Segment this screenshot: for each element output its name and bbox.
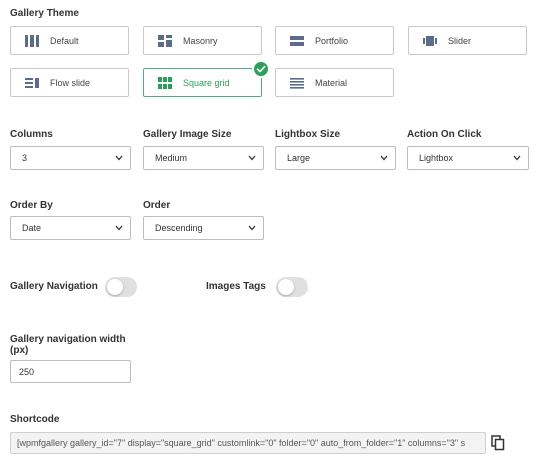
flow-slide-icon: [25, 77, 39, 89]
theme-default-label: Default: [50, 35, 79, 46]
nav-width-value: 250: [19, 366, 35, 377]
images-tags-toggle[interactable]: [276, 277, 308, 297]
chevron-down-icon: [115, 155, 123, 161]
action-on-click-label: Action On Click: [407, 129, 482, 140]
chevron-down-icon: [380, 155, 388, 161]
theme-default-button[interactable]: Default: [10, 26, 129, 55]
default-columns-icon: [25, 34, 39, 47]
theme-portfolio-label: Portfolio: [315, 35, 349, 46]
order-select[interactable]: Descending: [143, 216, 264, 240]
gallery-navigation-label: Gallery Navigation: [10, 281, 98, 292]
lightbox-size-value: Large: [287, 153, 311, 163]
theme-flow-slide-button[interactable]: Flow slide: [10, 68, 129, 97]
theme-masonry-label: Masonry: [183, 35, 218, 46]
lightbox-size-select[interactable]: Large: [275, 146, 396, 170]
order-value: Descending: [155, 223, 203, 233]
chevron-down-icon: [248, 225, 256, 231]
columns-value: 3: [22, 153, 28, 163]
copy-icon[interactable]: [491, 435, 505, 451]
order-by-label: Order By: [10, 200, 53, 211]
theme-material-button[interactable]: Material: [275, 68, 394, 97]
action-on-click-select[interactable]: Lightbox: [407, 146, 529, 170]
toggle-knob: [278, 279, 294, 295]
theme-masonry-button[interactable]: Masonry: [143, 26, 262, 55]
order-label: Order: [143, 200, 171, 211]
theme-material-label: Material: [315, 77, 348, 88]
masonry-icon: [158, 34, 172, 47]
action-on-click-value: Lightbox: [419, 153, 454, 163]
nav-width-input[interactable]: 250: [10, 360, 131, 383]
columns-select[interactable]: 3: [10, 146, 131, 170]
order-by-select[interactable]: Date: [10, 216, 131, 240]
gallery-navigation-toggle[interactable]: [105, 277, 137, 297]
image-size-label: Gallery Image Size: [143, 129, 232, 140]
toggle-knob: [107, 279, 123, 295]
chevron-down-icon: [248, 155, 256, 161]
nav-width-label: Gallery navigation width (px): [10, 334, 126, 356]
order-by-value: Date: [22, 223, 42, 233]
columns-label: Columns: [10, 129, 53, 140]
chevron-down-icon: [115, 225, 123, 231]
lightbox-size-label: Lightbox Size: [275, 129, 340, 140]
shortcode-value: [wpmfgallery gallery_id="7" display="squ…: [17, 438, 466, 448]
gallery-theme-title: Gallery Theme: [10, 8, 79, 19]
slider-icon: [423, 35, 437, 47]
chevron-down-icon: [513, 155, 521, 161]
theme-flow-slide-label: Flow slide: [50, 77, 91, 88]
shortcode-label: Shortcode: [10, 414, 60, 425]
portfolio-icon: [290, 35, 304, 47]
theme-square-grid-button[interactable]: Square grid: [143, 60, 270, 97]
theme-square-grid-label: Square grid: [183, 77, 230, 88]
material-icon: [290, 77, 304, 89]
selected-check-icon: [252, 60, 270, 78]
theme-slider-button[interactable]: Slider: [408, 26, 527, 55]
square-grid-icon: [158, 76, 172, 89]
shortcode-field[interactable]: [wpmfgallery gallery_id="7" display="squ…: [10, 432, 486, 454]
images-tags-label: Images Tags: [206, 281, 266, 292]
theme-portfolio-button[interactable]: Portfolio: [275, 26, 394, 55]
image-size-value: Medium: [155, 153, 188, 163]
theme-slider-label: Slider: [448, 35, 472, 46]
image-size-select[interactable]: Medium: [143, 146, 264, 170]
